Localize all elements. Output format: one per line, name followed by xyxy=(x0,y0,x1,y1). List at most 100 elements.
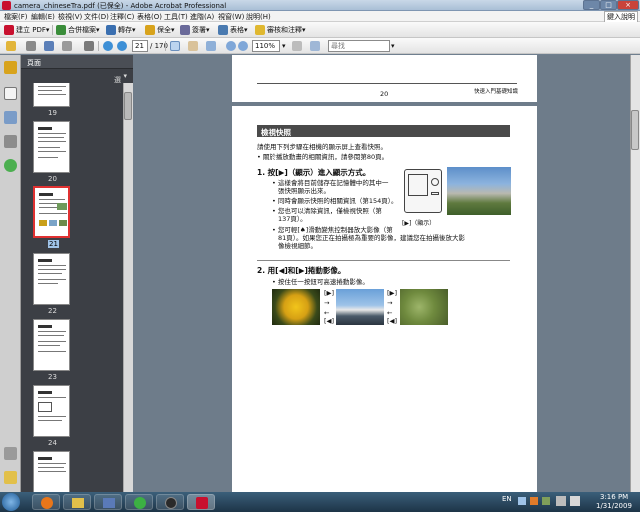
comments-icon[interactable] xyxy=(4,471,17,484)
windows-taskbar: EN 3:16 PM 1/31/2009 xyxy=(0,492,640,512)
zoom-out-button[interactable] xyxy=(226,40,238,52)
page-thumbnail-22[interactable] xyxy=(33,253,70,305)
section-title-bar: 檢視快照 xyxy=(257,125,510,137)
save-button[interactable] xyxy=(44,40,56,52)
language-indicator[interactable]: EN xyxy=(502,495,512,503)
clock-date[interactable]: 1/31/2009 xyxy=(596,502,632,510)
zoom-icon xyxy=(206,41,216,51)
page-header-title: 快速入門基礎知識 xyxy=(474,89,519,95)
bookmark-icon[interactable] xyxy=(4,111,17,124)
pen-icon xyxy=(180,25,190,35)
search-button[interactable] xyxy=(84,40,96,52)
sign-button[interactable]: 簽署 ▾ xyxy=(180,24,210,36)
disk-icon xyxy=(44,41,54,51)
printer-icon xyxy=(26,41,36,51)
page-number-input[interactable]: 21 xyxy=(132,40,148,52)
taskbar-acrobat[interactable] xyxy=(187,494,215,510)
menu-tools[interactable]: 工具(T) xyxy=(164,12,188,22)
page-thumbnail-19[interactable] xyxy=(33,83,70,107)
page-thumbnail-23[interactable] xyxy=(33,319,70,371)
email-button[interactable] xyxy=(62,40,74,52)
menu-window[interactable]: 視窗(W) xyxy=(218,12,244,22)
menu-document[interactable]: 文件(D) xyxy=(84,12,109,22)
zoom-level-input[interactable]: 110% xyxy=(252,40,280,52)
pages-panel-options-bar: 選項 ▾ xyxy=(21,69,133,94)
menu-file[interactable]: 檔案(F) xyxy=(4,12,28,22)
step1-bullet1-cont: 張快照顯示出來。 xyxy=(278,187,330,195)
taskbar-media[interactable] xyxy=(94,494,122,510)
camera-back-illustration xyxy=(404,169,442,213)
prev-page-button[interactable] xyxy=(103,40,115,52)
page-thumbnail-25[interactable] xyxy=(33,451,70,492)
arrow-right-label-2: [▶] xyxy=(387,289,398,297)
zoom-dropdown[interactable]: ▾ xyxy=(282,40,286,52)
tray-icon-2[interactable] xyxy=(530,497,538,505)
paperclip-icon[interactable] xyxy=(4,447,17,460)
taskbar-firefox[interactable] xyxy=(32,494,60,510)
arrow-right-mark-2: → xyxy=(387,299,393,307)
taskbar-app-green[interactable] xyxy=(125,494,153,510)
thumbnail-scrollbar[interactable] xyxy=(123,83,133,492)
export-button[interactable]: 轉存 ▾ xyxy=(106,24,136,36)
print-button[interactable] xyxy=(26,40,38,52)
task-toolbar: 建立 PDF ▾ 合併檔案 ▾ 轉存 ▾ 保全 ▾ 簽署 ▾ 表格 ▾ 審核和注… xyxy=(0,22,640,38)
menu-view[interactable]: 檢視(V) xyxy=(58,12,82,22)
close-button[interactable]: × xyxy=(617,0,639,10)
volume-icon[interactable] xyxy=(570,496,580,506)
next-page-button[interactable] xyxy=(117,40,129,52)
taskbar-app-dark[interactable] xyxy=(156,494,184,510)
taskbar-explorer[interactable] xyxy=(63,494,91,510)
select-tool-button[interactable] xyxy=(170,40,182,52)
forms-button[interactable]: 表格 ▾ xyxy=(218,24,248,36)
start-button[interactable] xyxy=(2,493,20,511)
menu-comments[interactable]: 注釋(C) xyxy=(110,12,134,22)
panel-options-button[interactable]: 選項 ▾ xyxy=(114,72,127,94)
find-dropdown[interactable]: ▾ xyxy=(391,40,395,52)
maximize-button[interactable]: □ xyxy=(600,0,617,10)
zoom-tool-button[interactable] xyxy=(206,40,218,52)
menu-forms[interactable]: 表格(O) xyxy=(137,12,162,22)
page-thumbnail-24[interactable] xyxy=(33,385,70,437)
lock-icon xyxy=(145,25,155,35)
open-button[interactable] xyxy=(6,40,18,52)
actual-size-button[interactable] xyxy=(292,40,304,52)
signature-icon[interactable] xyxy=(4,135,17,148)
fit-page-button[interactable] xyxy=(310,40,322,52)
thumbnail-scroll-thumb[interactable] xyxy=(124,92,132,120)
document-scroll-thumb[interactable] xyxy=(631,110,639,150)
network-icon[interactable] xyxy=(556,496,566,506)
help-icon[interactable] xyxy=(4,159,17,172)
intro-text: 請使用下列步驟在相機的顯示屏上查看快照。 xyxy=(257,143,387,151)
secure-button[interactable]: 保全 ▾ xyxy=(145,24,175,36)
zoom-in-button[interactable] xyxy=(238,40,250,52)
review-comment-button[interactable]: 審核和注釋 ▾ xyxy=(255,24,306,36)
hand-tool-button[interactable] xyxy=(188,40,200,52)
tray-icon-1[interactable] xyxy=(518,497,526,505)
page-thumbnail-20[interactable] xyxy=(33,121,70,173)
tray-icon-3[interactable] xyxy=(542,497,550,505)
find-input[interactable]: 尋找 xyxy=(328,40,390,52)
page-thumbnail-21[interactable] xyxy=(33,186,70,238)
green-app-icon xyxy=(134,497,146,509)
combine-files-button[interactable]: 合併檔案 ▾ xyxy=(56,24,100,36)
menu-edit[interactable]: 編輯(E) xyxy=(31,12,55,22)
create-pdf-button[interactable]: 建立 PDF ▾ xyxy=(4,24,49,36)
section-title: 檢視快照 xyxy=(261,128,291,137)
minimize-button[interactable]: _ xyxy=(583,0,600,10)
window-title: camera_chineseTra.pdf (已保全) - Adobe Acro… xyxy=(14,2,227,10)
mountain-photo xyxy=(447,167,511,215)
clock-time[interactable]: 3:16 PM xyxy=(600,493,628,501)
title-bar: camera_chineseTra.pdf (已保全) - Adobe Acro… xyxy=(0,0,640,11)
acrobat-app-icon xyxy=(2,1,11,10)
menu-advanced[interactable]: 進階(A) xyxy=(190,12,214,22)
menu-help[interactable]: 說明(H) xyxy=(246,12,271,22)
firefox-icon xyxy=(41,497,53,509)
toolbar-separator xyxy=(98,41,99,51)
thumbnail-label-24: 24 xyxy=(48,439,57,447)
pages-icon[interactable] xyxy=(4,87,17,100)
arrow-right-label: [▶] xyxy=(324,289,335,297)
lock-icon[interactable] xyxy=(4,61,17,74)
thumbnail-label-19: 19 xyxy=(48,109,57,117)
menu-bar: 檔案(F) 編輯(E) 檢視(V) 文件(D) 注釋(C) 表格(O) 工具(T… xyxy=(0,11,640,23)
folder-icon xyxy=(6,41,16,51)
